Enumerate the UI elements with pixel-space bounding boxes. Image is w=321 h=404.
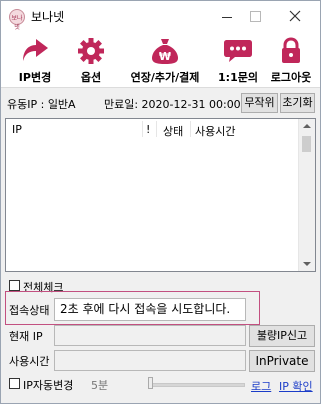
column-divider [156,121,157,137]
column-header-usage-time[interactable]: 사용시간 [195,123,235,139]
main-window: 보나넷 보나넷 IP변경 옵션 ₩ 연장/추가/결제 1:1문의 로그아웃 유동… [0,0,321,404]
maximize-button[interactable] [243,6,267,26]
ip-check-link[interactable]: IP 확인 [279,378,313,394]
gear-icon [78,38,104,64]
chat-bubble-icon [224,40,252,62]
toolbar-label: 연장/추가/결제 [130,71,200,84]
auto-change-checkbox[interactable] [9,378,20,389]
minimize-button[interactable] [215,6,239,26]
interval-value: 5분 [91,379,109,392]
toolbar-label: 1:1문의 [218,71,258,84]
extend-pay-button[interactable]: ₩ 연장/추가/결제 [119,35,211,85]
scroll-down-icon[interactable] [303,262,311,266]
reset-button[interactable]: 초기화 [280,93,315,113]
column-header-status[interactable]: 상태 [163,123,183,139]
column-header-ip[interactable]: IP [12,123,22,136]
usage-time-field [54,350,246,371]
ip-change-button[interactable]: IP변경 [9,35,61,85]
app-logo-icon: 보나넷 [9,9,25,31]
current-ip-label: 현재 IP [9,330,43,343]
scroll-up-icon[interactable] [303,124,311,128]
list-scrollbar[interactable] [298,119,315,271]
toolbar-label: IP변경 [18,71,52,84]
title-bar: 보나넷 보나넷 [1,1,320,31]
logout-button[interactable]: 로그아웃 [265,35,317,85]
window-title: 보나넷 [31,10,65,24]
column-header-flag[interactable]: ! [146,123,150,136]
interval-slider-thumb[interactable] [148,377,153,389]
flow-ip-type: 유동IP : 일반A [7,98,76,111]
log-link[interactable]: 로그 [251,378,271,394]
close-button[interactable] [283,6,307,26]
current-ip-field [54,325,246,346]
lock-icon [282,37,300,63]
ip-list[interactable]: IP ! 상태 사용시간 [5,118,316,272]
inquiry-button[interactable]: 1:1문의 [213,35,263,85]
column-divider [190,121,191,137]
expiry-date: 만료일: 2020-12-31 00:00 [104,98,241,111]
toolbar-label: 옵션 [80,71,102,84]
share-arrow-icon [23,39,48,61]
interval-slider[interactable] [148,383,245,387]
status-highlight [5,291,260,325]
svg-text:₩: ₩ [159,50,171,63]
usage-time-label: 사용시간 [9,355,50,368]
auto-change-label: IP자동변경 [23,379,74,392]
random-button[interactable]: 무작위 [241,93,278,113]
toolbar: IP변경 옵션 ₩ 연장/추가/결제 1:1문의 로그아웃 [1,31,320,88]
inprivate-button[interactable]: InPrivate [249,350,315,372]
report-bad-ip-button[interactable]: 불량IP신고 [249,325,315,347]
money-bag-icon: ₩ [152,39,178,64]
check-all-checkbox[interactable] [9,280,20,291]
options-button[interactable]: 옵션 [67,35,115,85]
toolbar-label: 로그아웃 [270,71,312,84]
scroll-thumb[interactable] [302,136,311,152]
close-icon [289,10,301,22]
column-divider [142,121,143,137]
